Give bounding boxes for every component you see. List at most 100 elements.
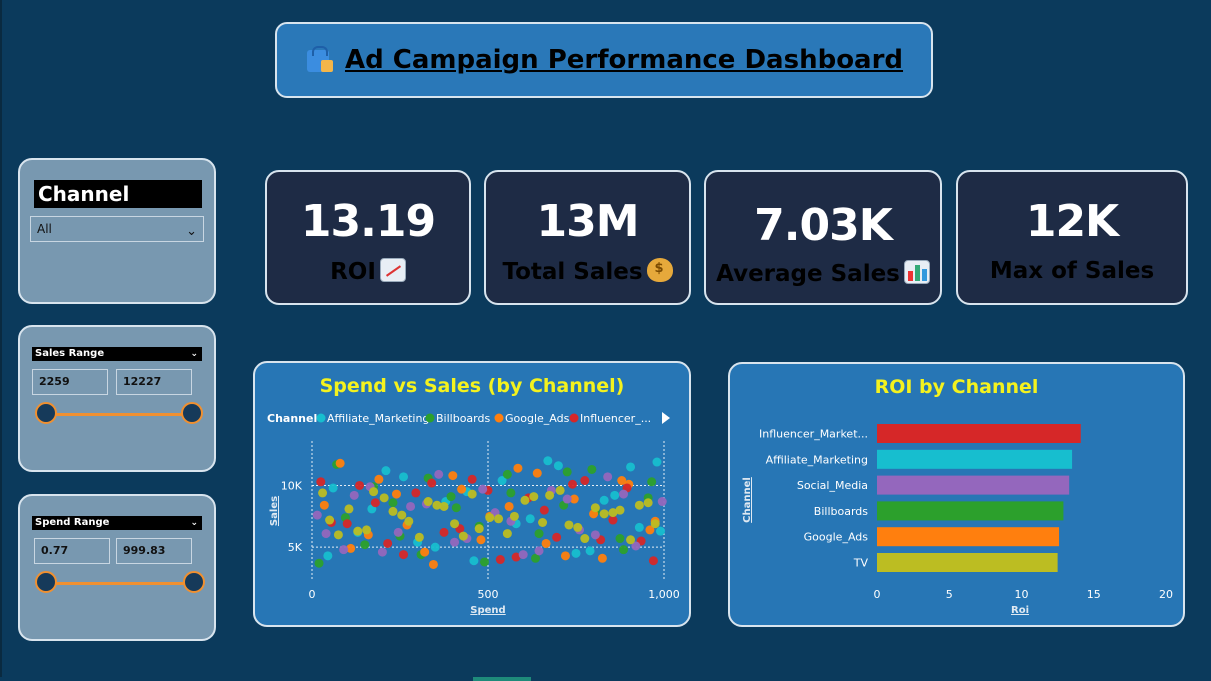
data-point (610, 490, 620, 500)
kpi-card-average-sales: 7.03K Average Sales (704, 170, 942, 305)
spend-min-handle[interactable] (35, 571, 57, 593)
data-point (534, 529, 544, 539)
page-tab-active[interactable] (473, 677, 531, 681)
y-axis-title: Sales (269, 496, 280, 526)
x-tick-label: 500 (478, 588, 499, 601)
x-tick-label: 5 (946, 588, 953, 601)
data-point (370, 498, 380, 508)
y-tick-label: Influencer_Market... (759, 428, 868, 441)
sales-min-input[interactable]: 2259 (32, 369, 108, 395)
data-point (335, 458, 345, 468)
sales-range-track[interactable] (44, 413, 194, 416)
data-point (650, 519, 660, 529)
x-tick-label: 20 (1159, 588, 1173, 601)
data-point (634, 522, 644, 532)
data-point (562, 467, 572, 477)
data-point (414, 532, 424, 542)
channel-slicer-header: Channel (34, 180, 202, 208)
data-point (643, 498, 653, 508)
kpi-card-max-sales: 12K Max of Sales (956, 170, 1188, 305)
data-point (450, 537, 460, 547)
data-point (513, 463, 523, 473)
data-point (647, 477, 657, 487)
data-point (615, 505, 625, 515)
legend-entry: Affiliate_Marketing (327, 412, 429, 425)
data-point (427, 478, 437, 488)
bar (877, 501, 1064, 521)
data-point (509, 511, 519, 521)
data-point (587, 464, 597, 474)
chevron-down-icon[interactable]: ⌄ (186, 220, 197, 244)
data-point (344, 504, 354, 514)
spend-max-input[interactable]: 999.83 (116, 538, 192, 564)
data-point (446, 492, 456, 502)
chevron-down-icon[interactable]: ⌄ (190, 516, 198, 530)
data-point (590, 530, 600, 540)
data-point (423, 497, 433, 507)
data-point (597, 553, 607, 563)
data-point (532, 468, 542, 478)
x-tick-label: 0 (309, 588, 316, 601)
data-point (545, 490, 555, 500)
data-point (555, 485, 565, 495)
y-axis-title: Channel (742, 477, 753, 523)
data-point (377, 547, 387, 557)
spend-range-slicer: Spend Range ⌄ 0.77 999.83 (18, 494, 216, 641)
data-point (525, 514, 535, 524)
data-point (652, 457, 662, 467)
bar (877, 553, 1058, 572)
chevron-down-icon[interactable]: ⌄ (190, 347, 198, 361)
data-point (399, 472, 409, 482)
data-point (655, 526, 665, 536)
data-point (339, 545, 349, 555)
data-point (502, 469, 512, 479)
data-point (560, 551, 570, 561)
data-point (374, 474, 384, 484)
legend-marker (425, 413, 435, 423)
data-point (562, 494, 572, 504)
data-point (323, 551, 333, 561)
data-point (626, 535, 636, 545)
kpi-value: 7.03K (754, 200, 893, 251)
legend-entry: Influencer_... (580, 412, 651, 425)
chart-increasing-icon (379, 258, 406, 282)
sales-min-handle[interactable] (35, 402, 57, 424)
data-point (534, 546, 544, 556)
data-point (399, 550, 409, 560)
data-point (506, 488, 516, 498)
data-point (328, 483, 338, 493)
data-point (571, 548, 581, 558)
dashboard-title: Ad Campaign Performance Dashboard (344, 45, 904, 75)
scatter-chart-panel: Spend vs Sales (by Channel) Channel Affil… (253, 361, 691, 627)
legend-title: Channel (267, 412, 317, 425)
spend-min-input[interactable]: 0.77 (34, 538, 110, 564)
data-point (538, 517, 548, 527)
data-point (458, 531, 468, 541)
x-tick-label: 1,000 (648, 588, 680, 601)
money-bag-icon (646, 258, 673, 282)
shopping-bags-icon (305, 46, 335, 74)
data-point (406, 501, 416, 511)
x-axis-title: Spend (470, 605, 505, 616)
sales-range-slicer: Sales Range ⌄ 2259 12227 (18, 325, 216, 472)
sales-max-handle[interactable] (181, 402, 203, 424)
kpi-label: ROI (267, 258, 469, 285)
data-point (543, 456, 553, 466)
data-point (342, 519, 352, 529)
spend-range-track[interactable] (44, 582, 194, 585)
data-point (349, 490, 359, 500)
data-point (467, 474, 477, 484)
channel-dropdown[interactable]: All ⌄ (30, 216, 204, 242)
data-point (619, 489, 629, 499)
data-point (388, 506, 398, 516)
data-point (479, 557, 489, 567)
sales-max-input[interactable]: 12227 (116, 369, 192, 395)
data-point (451, 503, 461, 513)
data-point (467, 489, 477, 499)
data-point (434, 469, 444, 479)
spend-max-handle[interactable] (183, 571, 205, 593)
data-point (457, 484, 467, 494)
data-point (476, 535, 486, 545)
data-point (541, 538, 551, 548)
data-point (518, 550, 528, 560)
